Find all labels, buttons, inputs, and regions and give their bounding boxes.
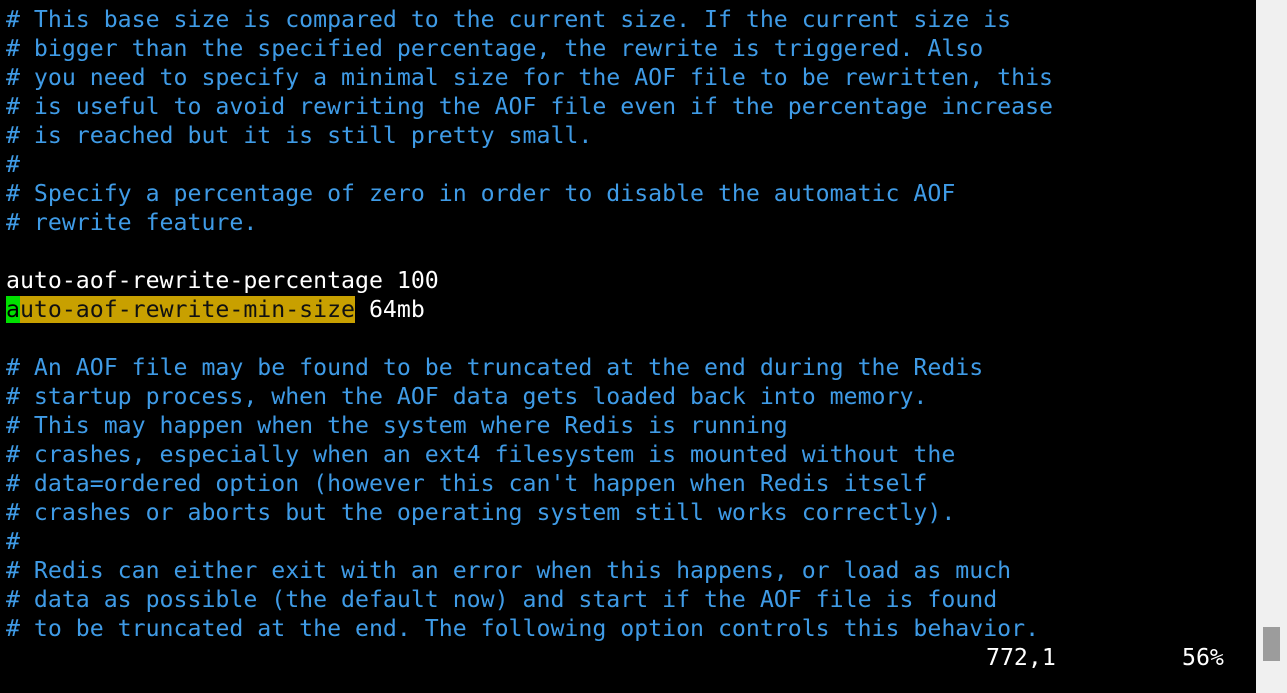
vim-editor[interactable]: # This base size is compared to the curr… bbox=[0, 0, 1256, 693]
comment-line: # you need to specify a minimal size for… bbox=[6, 64, 1054, 91]
config-line-current: auto-aof-rewrite-min-size 64mb bbox=[6, 295, 1053, 324]
search-match-highlight: uto-aof-rewrite-min-size bbox=[19, 296, 356, 323]
config-value: 64mb bbox=[355, 296, 425, 323]
comment-line: # Redis can either exit with an error wh… bbox=[6, 557, 1012, 584]
vertical-scrollbar[interactable] bbox=[1256, 0, 1287, 693]
config-line: auto-aof-rewrite-percentage 100 bbox=[6, 267, 439, 294]
comment-line: # This may happen when the system where … bbox=[6, 412, 788, 439]
editor-buffer[interactable]: # This base size is compared to the curr… bbox=[6, 5, 1053, 643]
comment-line: # bigger than the specified percentage, … bbox=[6, 35, 984, 62]
comment-line: # is useful to avoid rewriting the AOF f… bbox=[6, 93, 1054, 120]
ruler-position: 772,1 bbox=[986, 644, 1056, 671]
comment-line: # crashes or aborts but the operating sy… bbox=[6, 499, 956, 526]
comment-line: # crashes, especially when an ext4 files… bbox=[6, 441, 956, 468]
comment-line: # startup process, when the AOF data get… bbox=[6, 383, 928, 410]
comment-line: # rewrite feature. bbox=[6, 209, 258, 236]
comment-line: # bbox=[6, 528, 20, 555]
comment-line: # bbox=[6, 151, 20, 178]
comment-line: # Specify a percentage of zero in order … bbox=[6, 180, 956, 207]
scrollbar-thumb[interactable] bbox=[1263, 627, 1280, 661]
comment-line: # This base size is compared to the curr… bbox=[6, 6, 1012, 33]
comment-line: # data as possible (the default now) and… bbox=[6, 586, 998, 613]
comment-line: # data=ordered option (however this can'… bbox=[6, 470, 928, 497]
comment-line: # is reached but it is still pretty smal… bbox=[6, 122, 593, 149]
comment-line: # An AOF file may be found to be truncat… bbox=[6, 354, 984, 381]
comment-line: # to be truncated at the end. The follow… bbox=[6, 615, 1040, 642]
text-cursor: a bbox=[6, 296, 20, 323]
ruler-percent: 56% bbox=[1182, 644, 1224, 671]
